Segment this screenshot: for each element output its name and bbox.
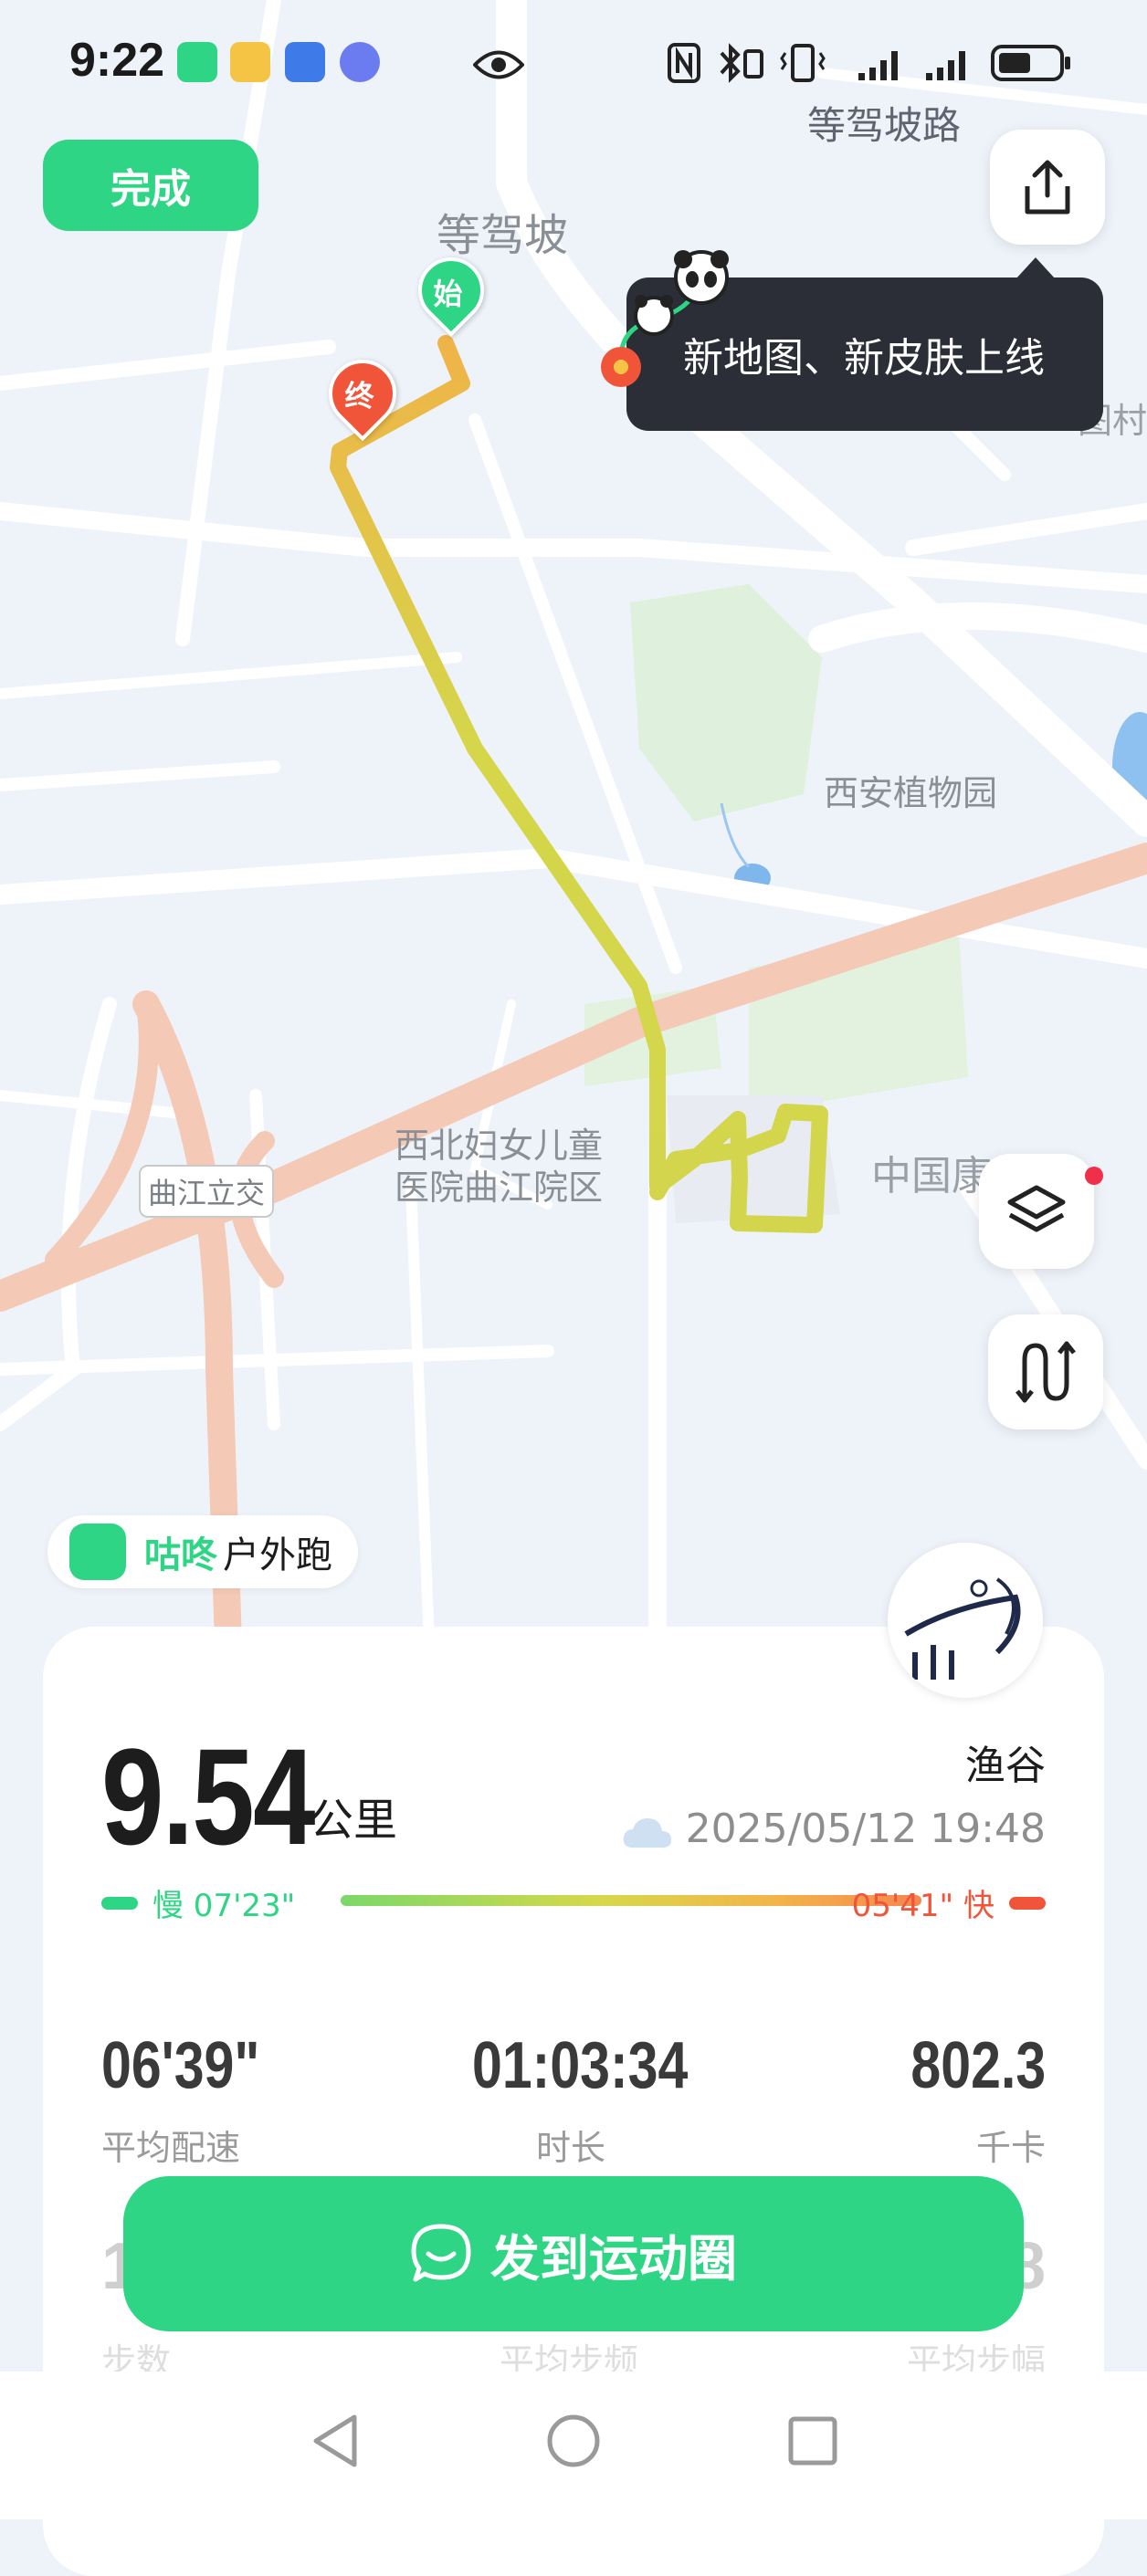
brand-name: 咕咚 [144,1534,217,1576]
codoon-logo-icon [69,1524,126,1580]
map-label-interchange: 曲江立交 [139,1165,275,1218]
distance-unit: 公里 [310,1795,398,1846]
signal-icon-1 [858,51,898,80]
recents-icon[interactable] [785,2412,840,2470]
avg-pace-value: 06'39" [101,2029,260,2102]
brand-tag: 咕咚 户外跑 [47,1515,358,1588]
share-icon [1025,160,1070,215]
status-bar: 9:22 [0,0,1147,128]
map-label-hospital-line1: 西北妇女儿童 [395,1126,604,1166]
start-marker-label: 始 [433,277,463,312]
calories-value: 802.3 [910,2029,1046,2102]
cloud-icon [623,1818,671,1848]
chat-bubble-icon [411,2224,471,2282]
tooltip-arrow [1015,257,1056,279]
app-icon-4 [340,42,380,82]
map-label-garden: 西安植物园 [824,773,998,813]
workout-datetime-text: 2025/05/12 19:48 [685,1806,1046,1852]
system-nav-bar [0,2372,1147,2519]
eye-icon [473,50,524,79]
map-label-hospital-line2: 医院曲江院区 [395,1168,604,1208]
fast-dot [1009,1896,1046,1910]
workout-datetime: 2025/05/12 19:48 [620,1806,1046,1852]
battery-icon [991,45,1070,81]
avatar-artwork-icon [904,1577,1021,1680]
share-label: 发到运动圈 [490,2229,737,2288]
duration-value: 01:03:34 [472,2029,689,2102]
signal-icon-2 [926,51,965,80]
nfc-icon [668,43,700,83]
distance-value: 9.54 [101,1720,315,1873]
map-label-hospital: 西北妇女儿童 医院曲江院区 [395,1125,603,1209]
layers-icon [1007,1185,1066,1232]
notification-dot [1085,1167,1103,1185]
back-icon[interactable] [309,2412,362,2470]
duration-label: 时长 [536,2128,606,2168]
pace-gradient [341,1895,921,1906]
pace-legend: 慢 07'23" 05'41" 快 [101,1880,1046,1924]
route-icon [1015,1341,1076,1403]
avatar[interactable] [888,1543,1043,1698]
app-icon-1 [177,42,217,82]
map-label-china: 中国康 [871,1153,992,1199]
end-marker-label: 终 [344,378,374,414]
status-time: 9:22 [69,34,165,87]
route-replay-button[interactable] [988,1314,1103,1429]
home-icon[interactable] [544,2412,603,2470]
panda-icon [601,250,729,387]
app-icon-3 [285,42,325,82]
pace-slow-label: 慢 07'23" [153,1888,296,1924]
bluetooth-icon [720,43,763,83]
activity-type: 户外跑 [223,1534,332,1576]
pace-fast-label: 05'41" 快 [851,1888,994,1924]
map-label-area: 等驾坡 [437,210,569,261]
slow-dot [101,1896,138,1910]
share-to-community-button[interactable]: 发到运动圈 [123,2176,1024,2331]
avg-pace-label: 平均配速 [101,2128,241,2168]
export-button[interactable] [990,130,1105,245]
calories-label: 千卡 [975,2128,1046,2168]
user-name: 渔谷 [965,1743,1046,1789]
done-button[interactable]: 完成 [43,140,258,231]
vibrate-icon [780,44,826,82]
map-layers-button[interactable] [979,1154,1094,1269]
app-icon-2 [230,42,270,82]
